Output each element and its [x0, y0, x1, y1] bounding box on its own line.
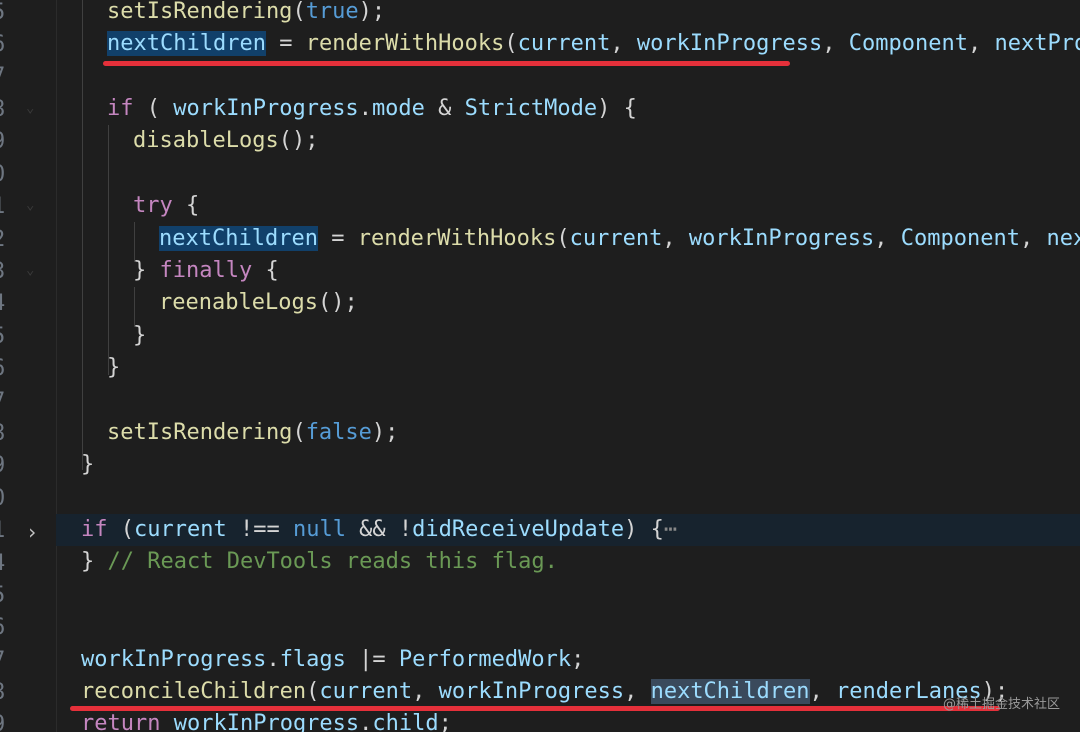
line-number: 5: [0, 583, 12, 608]
fold-chevron-icon[interactable]: ⌄: [26, 197, 42, 213]
annotation-underline: [103, 61, 790, 66]
line-number: 7: [0, 389, 12, 414]
code-line[interactable]: reenableLogs();: [56, 287, 1080, 319]
code-line[interactable]: } finally {: [56, 255, 1080, 287]
fold-chevron-icon[interactable]: ⌄: [26, 100, 42, 116]
code-line[interactable]: }: [56, 449, 1080, 481]
code-editor[interactable]: 5 6 7 8 9 0 1 2 3 4 5 6 7 8 9 0 1 4 5 6 …: [0, 0, 1080, 732]
line-number: 0: [0, 486, 12, 511]
code-line-current[interactable]: if (current !== null && !didReceiveUpdat…: [56, 514, 1080, 546]
line-number: 8: [0, 97, 12, 122]
highlighted-identifier: nextChildren: [650, 679, 810, 704]
code-line[interactable]: if ( workInProgress.mode & StrictMode) {: [56, 93, 1080, 125]
line-number: 1: [0, 518, 12, 543]
line-number: 5: [0, 0, 12, 25]
annotation-underline: [70, 706, 1000, 711]
line-number: 7: [0, 64, 12, 89]
code-line[interactable]: } // React DevTools reads this flag.: [56, 546, 1080, 578]
code-line[interactable]: try {: [56, 190, 1080, 222]
code-line[interactable]: setIsRendering(true);: [56, 0, 1080, 28]
line-number: 6: [0, 32, 12, 57]
line-number: 4: [0, 291, 12, 316]
code-line[interactable]: nextChildren = renderWithHooks(current, …: [56, 223, 1080, 255]
line-number: 9: [0, 712, 12, 732]
code-line[interactable]: return workInProgress.child;: [56, 708, 1080, 732]
line-number: 5: [0, 324, 12, 349]
line-number: 4: [0, 551, 12, 576]
code-line[interactable]: }: [56, 320, 1080, 352]
fold-expand-chevron-icon[interactable]: ›: [26, 520, 42, 544]
folded-ellipsis-icon[interactable]: ⋯: [664, 517, 677, 542]
code-line[interactable]: setIsRendering(false);: [56, 417, 1080, 449]
code-line[interactable]: nextChildren = renderWithHooks(current, …: [56, 28, 1080, 60]
line-number: 2: [0, 227, 12, 252]
line-number: 1: [0, 194, 12, 219]
line-number: 0: [0, 162, 12, 187]
line-number: 6: [0, 356, 12, 381]
code-line[interactable]: reconcileChildren(current, workInProgres…: [56, 676, 1080, 708]
line-number: 8: [0, 680, 12, 705]
watermark: @稀土掘金技术社区: [942, 697, 1060, 712]
line-number-gutter: 5 6 7 8 9 0 1 2 3 4 5 6 7 8 9 0 1 4 5 6 …: [0, 0, 57, 732]
line-number: 8: [0, 421, 12, 446]
code-line[interactable]: }: [56, 352, 1080, 384]
line-number: 6: [0, 615, 12, 640]
fold-chevron-icon[interactable]: ⌄: [26, 262, 42, 278]
line-number: 7: [0, 648, 12, 673]
line-number: 3: [0, 259, 12, 284]
line-number: 9: [0, 453, 12, 478]
highlighted-identifier: nextChildren: [159, 226, 318, 251]
code-line[interactable]: disableLogs();: [56, 125, 1080, 157]
code-line[interactable]: workInProgress.flags |= PerformedWork;: [56, 644, 1080, 676]
highlighted-identifier: nextChildren: [107, 31, 266, 56]
line-number: 9: [0, 129, 12, 154]
